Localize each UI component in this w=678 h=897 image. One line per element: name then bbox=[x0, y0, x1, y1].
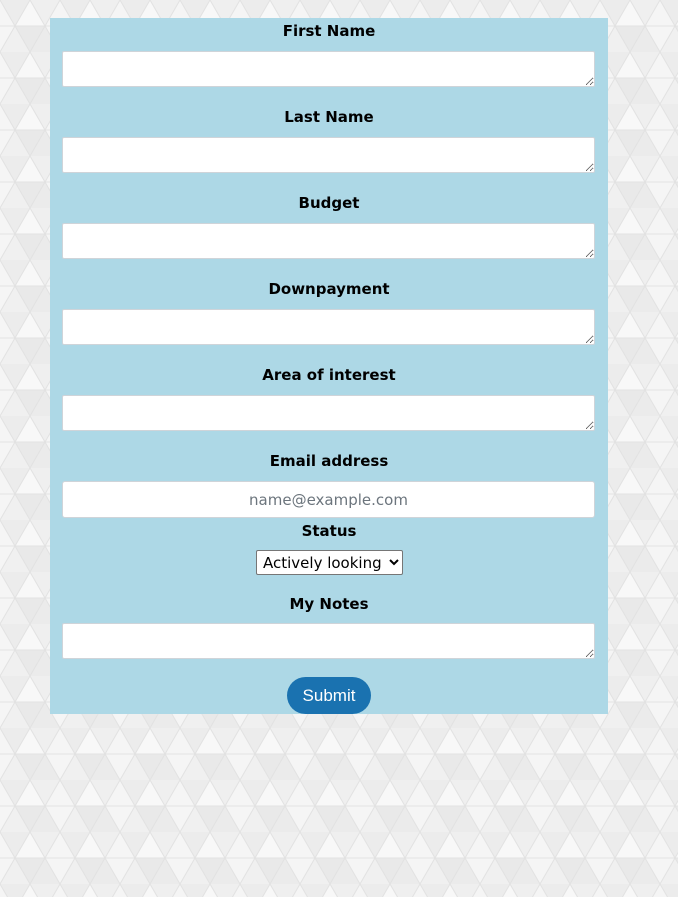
notes-field[interactable] bbox=[62, 623, 595, 659]
email-field[interactable] bbox=[62, 481, 595, 518]
submit-button[interactable]: Submit bbox=[287, 677, 371, 714]
last-name-label: Last Name bbox=[284, 108, 374, 126]
downpayment-field[interactable] bbox=[62, 309, 595, 345]
last-name-field[interactable] bbox=[62, 137, 595, 173]
notes-label: My Notes bbox=[289, 595, 369, 613]
lead-form: First Name Last Name Budget Downpayment … bbox=[50, 18, 608, 714]
first-name-label: First Name bbox=[282, 22, 376, 40]
budget-field[interactable] bbox=[62, 223, 595, 259]
downpayment-label: Downpayment bbox=[268, 280, 390, 298]
area-of-interest-field[interactable] bbox=[62, 395, 595, 431]
status-label: Status bbox=[301, 522, 357, 540]
status-select[interactable]: Actively looking bbox=[256, 550, 403, 575]
email-label: Email address bbox=[269, 452, 389, 470]
first-name-field[interactable] bbox=[62, 51, 595, 87]
budget-label: Budget bbox=[298, 194, 360, 212]
area-of-interest-label: Area of interest bbox=[262, 366, 396, 384]
